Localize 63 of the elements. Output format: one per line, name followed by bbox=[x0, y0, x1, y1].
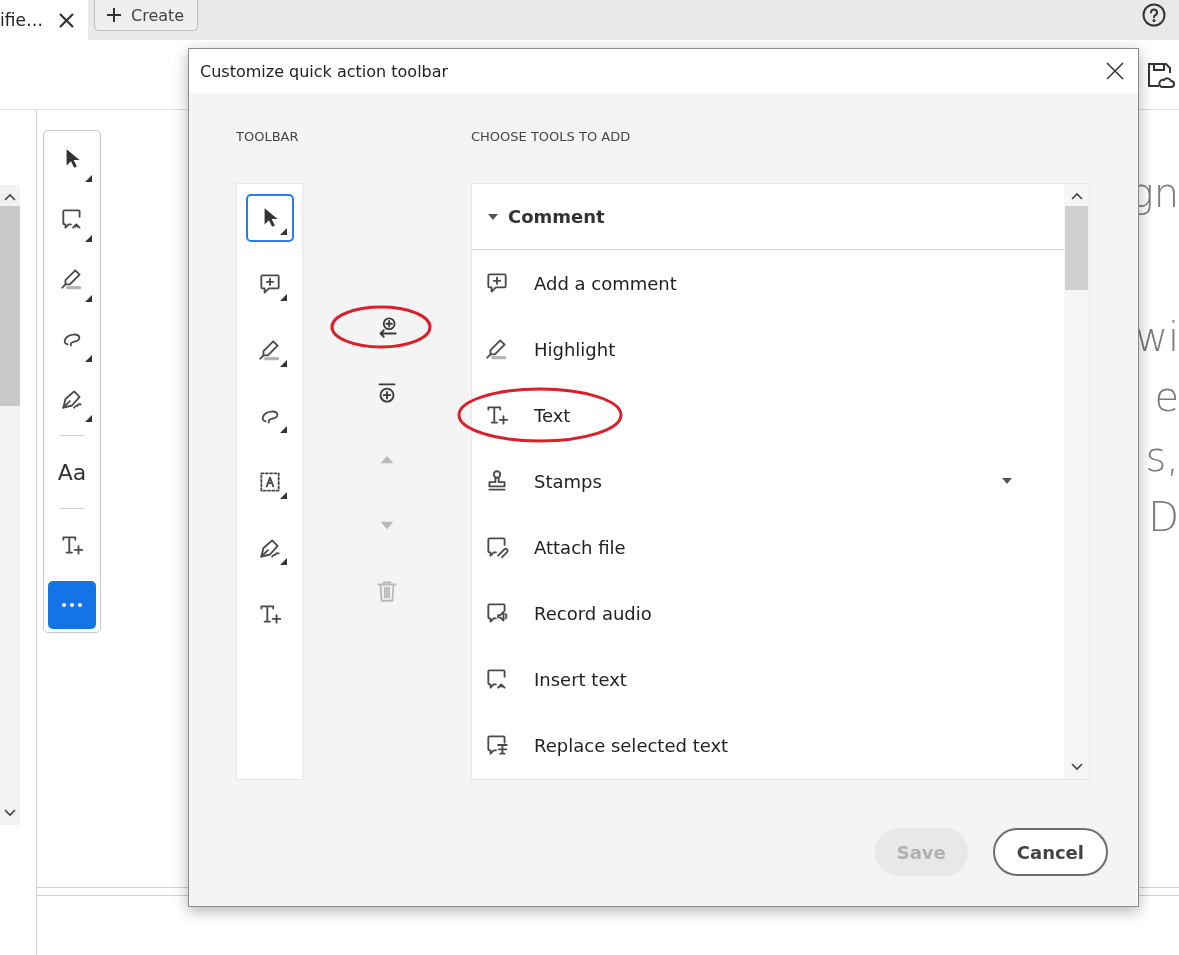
caret-icon bbox=[488, 213, 498, 220]
document-text: D bbox=[1148, 494, 1179, 540]
tool-row[interactable]: Replace selected text bbox=[472, 712, 1064, 778]
corner-triangle-icon bbox=[279, 228, 287, 235]
more-dots-icon bbox=[62, 603, 82, 607]
tool-row[interactable]: Text bbox=[472, 382, 1064, 448]
dialog-title: Customize quick action toolbar bbox=[200, 61, 449, 81]
tool-label: Insert text bbox=[534, 668, 628, 690]
corner-triangle-icon bbox=[85, 355, 92, 362]
corner-triangle-icon bbox=[85, 175, 92, 182]
comment-speaker-icon bbox=[484, 600, 510, 626]
tool-label: Record audio bbox=[534, 602, 653, 624]
section-label: CHOOSE TOOLS TO ADD bbox=[471, 129, 632, 146]
document-text: wi bbox=[1135, 314, 1179, 360]
triangle-up-icon bbox=[380, 454, 394, 464]
scroll-down-icon[interactable] bbox=[1070, 763, 1083, 771]
close-icon[interactable] bbox=[59, 12, 74, 28]
toolbar-item[interactable] bbox=[245, 194, 294, 242]
tab-title: ifie… bbox=[0, 10, 43, 30]
tool-row[interactable]: Attach file bbox=[472, 514, 1064, 580]
help-button[interactable] bbox=[1142, 3, 1166, 27]
tool-label: Text bbox=[534, 404, 572, 426]
help-icon bbox=[1142, 3, 1166, 27]
tool-label: Replace selected text bbox=[534, 734, 730, 756]
corner-triangle-icon bbox=[85, 415, 92, 422]
tool-label: Stamps bbox=[534, 470, 603, 492]
comment-strike-icon bbox=[484, 732, 510, 758]
tool-row[interactable]: Highlight bbox=[472, 316, 1064, 382]
tool-row[interactable]: Insert text bbox=[472, 646, 1064, 712]
comment-clip-icon bbox=[484, 534, 510, 560]
close-icon bbox=[1106, 62, 1124, 80]
scrollbar-thumb[interactable] bbox=[1065, 206, 1088, 290]
tool-row[interactable]: Add a comment bbox=[472, 250, 1064, 316]
tool-label: Attach file bbox=[534, 536, 627, 558]
scroll-up-icon[interactable] bbox=[4, 193, 16, 201]
corner-triangle-icon bbox=[279, 426, 287, 433]
corner-triangle-icon bbox=[85, 235, 92, 242]
tool-label: Add a comment bbox=[534, 272, 678, 294]
corner-triangle-icon bbox=[279, 492, 287, 499]
tool-row[interactable]: Record audio bbox=[472, 580, 1064, 646]
caret-icon[interactable] bbox=[1002, 478, 1012, 484]
document-text: s, bbox=[1145, 434, 1179, 480]
close-button[interactable] bbox=[1106, 62, 1124, 80]
tool-label: Highlight bbox=[534, 338, 617, 360]
scrollbar-thumb[interactable] bbox=[0, 206, 20, 406]
plus-icon bbox=[107, 8, 121, 22]
more-tools-button[interactable] bbox=[48, 581, 96, 629]
trash-icon bbox=[374, 578, 400, 604]
scroll-down-icon[interactable] bbox=[4, 809, 16, 817]
corner-triangle-icon bbox=[85, 295, 92, 302]
corner-triangle-icon bbox=[279, 294, 287, 301]
corner-triangle-icon bbox=[279, 360, 287, 367]
document-tab[interactable]: ifie… bbox=[0, 0, 88, 40]
document-text: e bbox=[1154, 374, 1179, 420]
create-button[interactable]: Create bbox=[94, 0, 198, 31]
corner-triangle-icon bbox=[279, 558, 287, 565]
scroll-up-icon[interactable] bbox=[1070, 192, 1083, 200]
triangle-down-icon bbox=[380, 520, 394, 530]
comment-add-icon bbox=[484, 270, 510, 296]
font-tool-button[interactable]: Aa bbox=[47, 444, 97, 500]
tool-row[interactable]: Stamps bbox=[472, 448, 1064, 514]
section-label: TOOLBAR bbox=[236, 129, 300, 146]
dialog-button[interactable]: Cancel bbox=[992, 828, 1108, 876]
